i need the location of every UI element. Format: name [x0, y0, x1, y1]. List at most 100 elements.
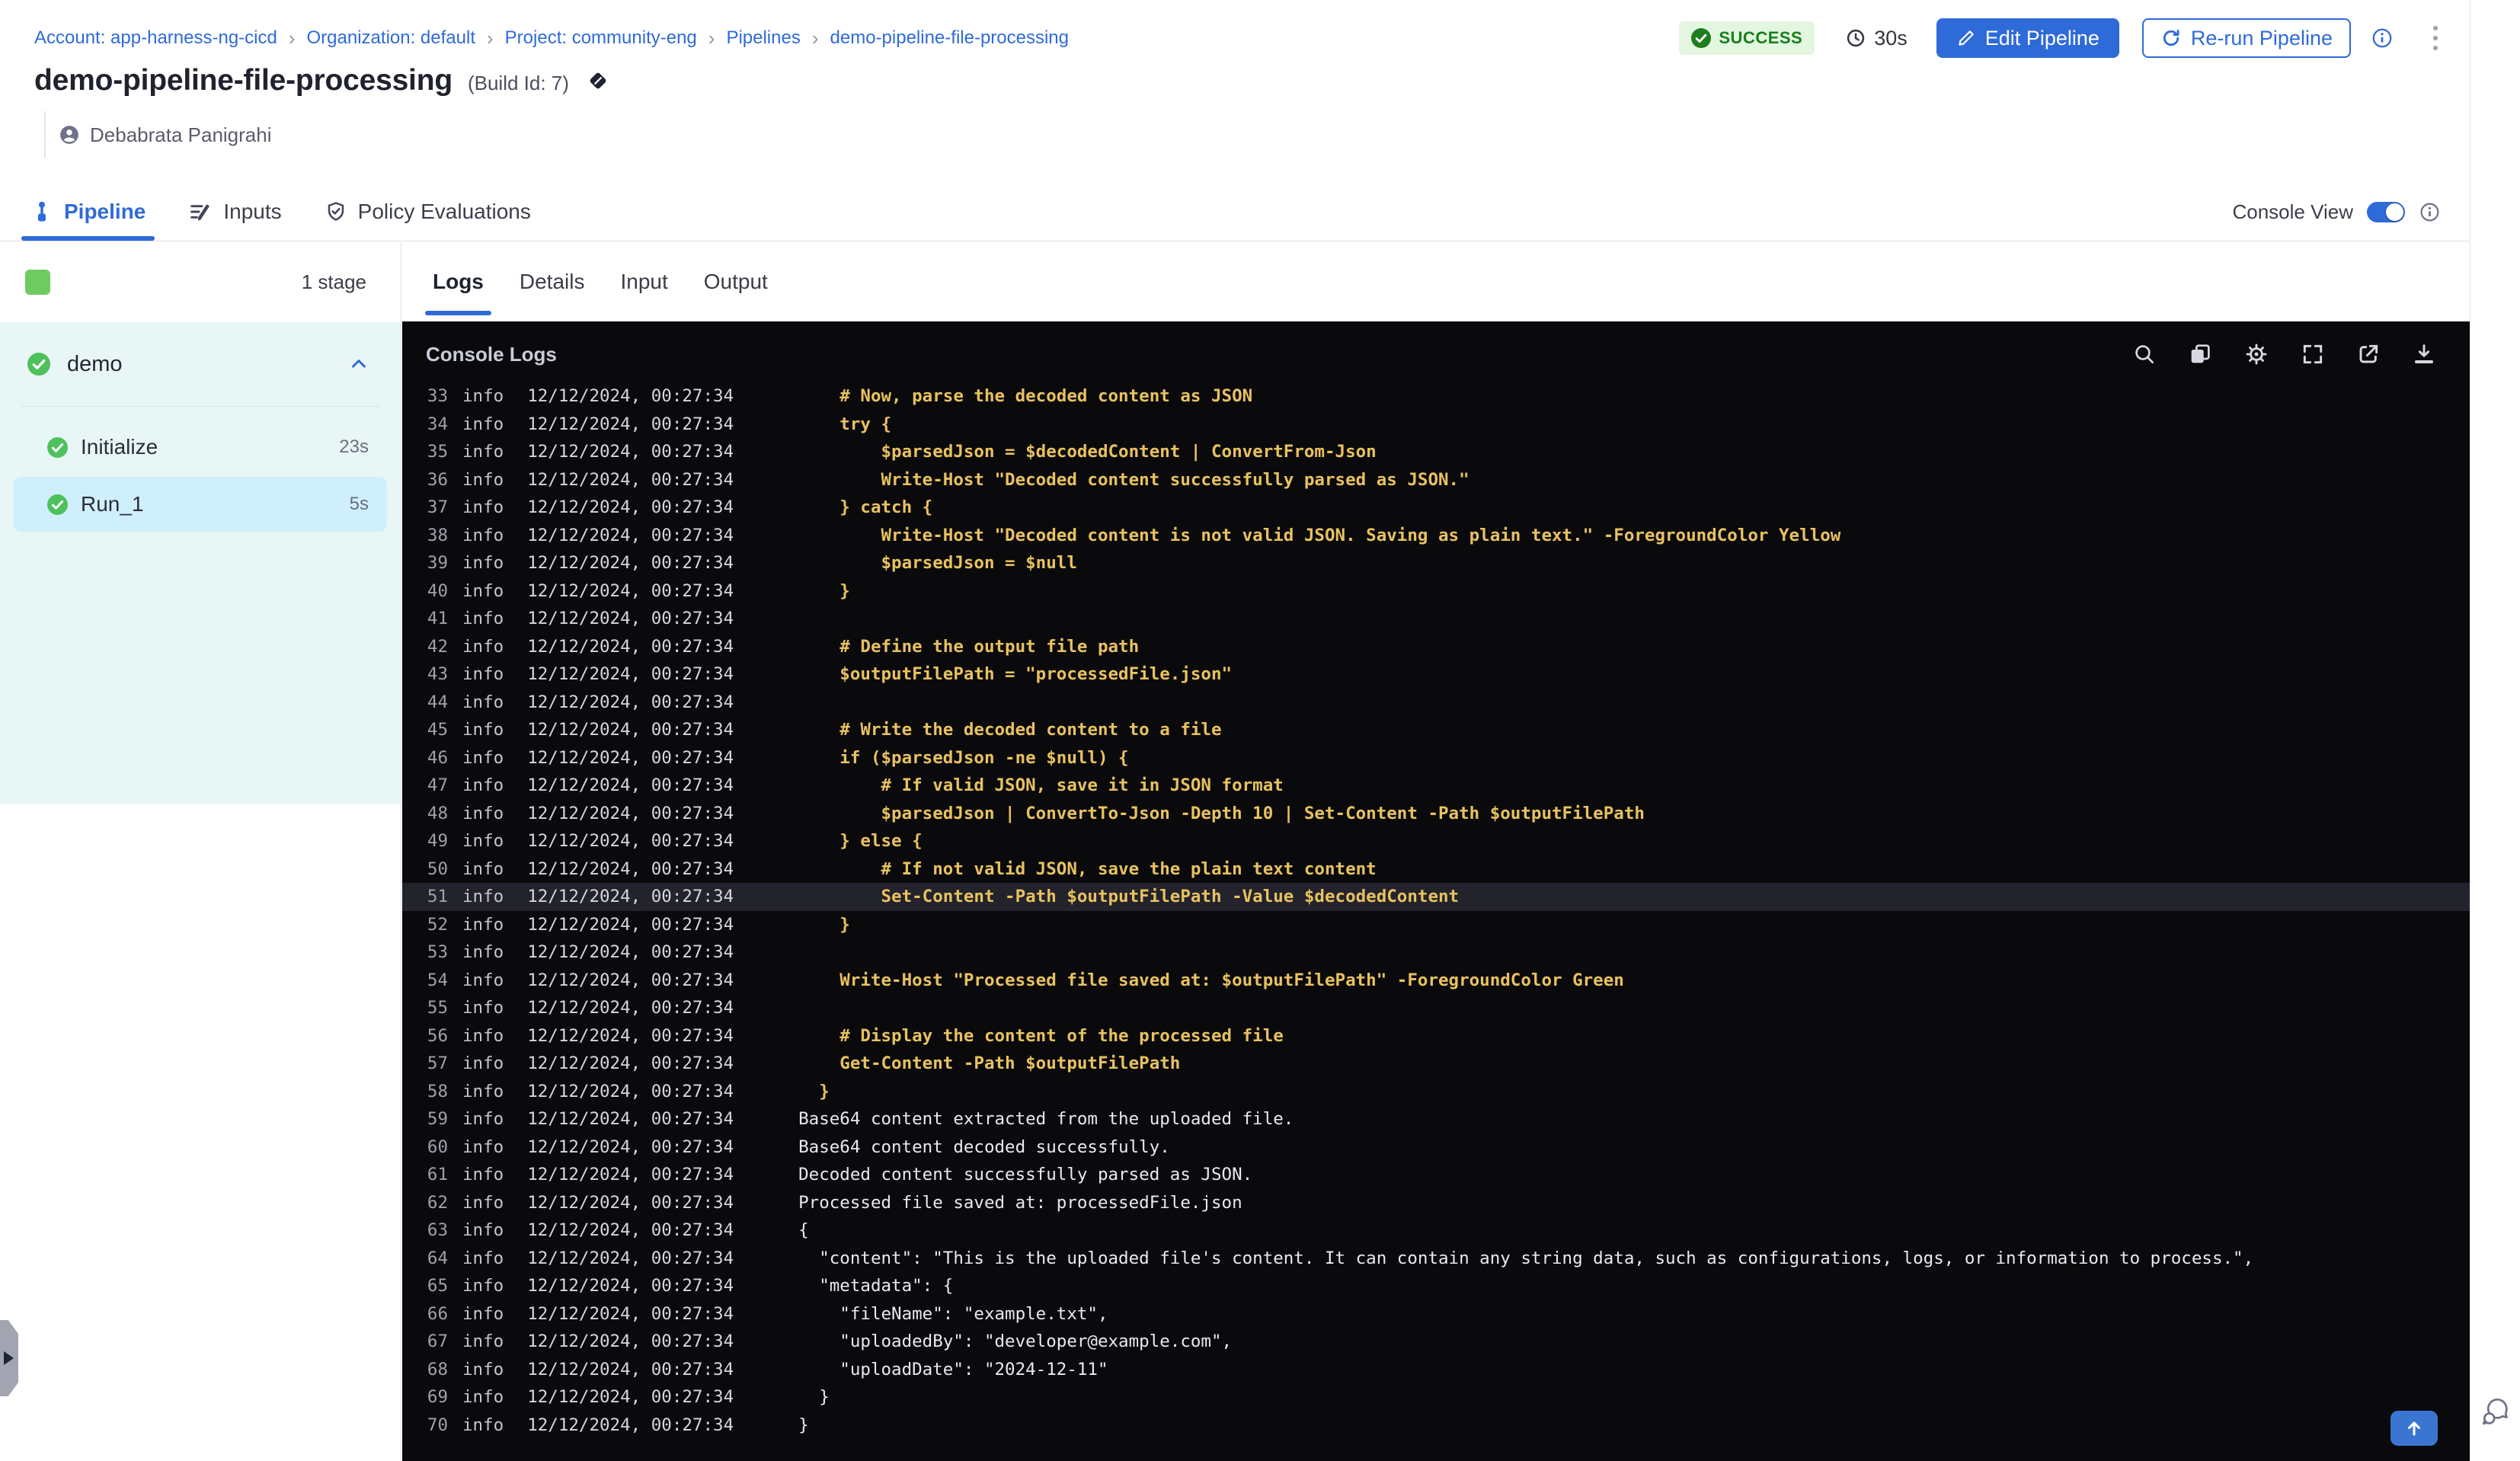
log-tab-logs[interactable]: Logs — [425, 242, 491, 321]
log-tab-output[interactable]: Output — [704, 242, 768, 321]
console-column: Logs Details Input Output Console Logs 3… — [402, 242, 2470, 1461]
log-scroll: 33 info 12/12/2024, 00:27:34 # Now, parse … — [402, 387, 2470, 1439]
console-view-label: Console View — [2232, 200, 2353, 223]
breadcrumb-link[interactable]: Pipelines — [726, 27, 800, 49]
log-timestamp: 12/12/2024, 00:27:34 — [527, 720, 734, 740]
log-line: 45 info 12/12/2024, 00:27:34 # Write the d… — [402, 716, 2470, 744]
log-line: 38 info 12/12/2024, 00:27:34 Write-Host "D… — [402, 522, 2470, 550]
expand-panel-handle[interactable] — [0, 1320, 18, 1396]
log-timestamp: 12/12/2024, 00:27:34 — [527, 1359, 734, 1379]
log-line: 58 info 12/12/2024, 00:27:34 } — [402, 1078, 2470, 1106]
console-view-info-icon[interactable] — [2419, 201, 2441, 223]
breadcrumb-separator: › — [811, 26, 819, 50]
log-line: 64 info 12/12/2024, 00:27:34 "content": "T… — [402, 1245, 2470, 1273]
log-line-number: 47 — [427, 775, 448, 796]
scroll-to-top-button[interactable] — [2390, 1411, 2438, 1446]
log-line-number: 41 — [427, 609, 448, 629]
log-line-number: 48 — [427, 803, 448, 823]
status-badge: SUCCESS — [1679, 21, 1815, 55]
log-timestamp: 12/12/2024, 00:27:34 — [527, 1220, 734, 1241]
log-tab-details[interactable]: Details — [520, 242, 585, 321]
log-line-number: 51 — [427, 887, 448, 907]
log-timestamp: 12/12/2024, 00:27:34 — [527, 580, 734, 601]
console-title: Console Logs — [426, 342, 557, 366]
log-timestamp: 12/12/2024, 00:27:34 — [527, 1081, 734, 1101]
log-message: Write-Host "Processed file saved at: $ou… — [798, 970, 1624, 990]
tab-inputs[interactable]: Inputs — [188, 183, 282, 241]
play-triangle-icon — [4, 1351, 14, 1365]
log-line: 61 info 12/12/2024, 00:27:34 Decoded conten… — [402, 1161, 2470, 1189]
pipeline-info-icon[interactable] — [2371, 27, 2394, 50]
log-timestamp: 12/12/2024, 00:27:34 — [527, 998, 734, 1018]
log-timestamp: 12/12/2024, 00:27:34 — [527, 1332, 734, 1352]
log-line: 35 info 12/12/2024, 00:27:34 $parsedJson =… — [402, 438, 2470, 466]
download-icon[interactable] — [2412, 342, 2436, 366]
policy-shield-icon — [325, 200, 347, 223]
breadcrumb-separator: › — [708, 26, 715, 50]
console-view-toggle[interactable] — [2367, 201, 2405, 222]
search-icon[interactable] — [2132, 342, 2157, 366]
log-timestamp: 12/12/2024, 00:27:34 — [527, 1248, 734, 1268]
log-body[interactable]: 33 info 12/12/2024, 00:27:34 # Now, parse … — [402, 387, 2470, 1461]
log-line-number: 33 — [427, 387, 448, 407]
log-timestamp: 12/12/2024, 00:27:34 — [527, 970, 734, 990]
log-level: info — [462, 942, 504, 963]
step-row-run_1[interactable]: Run_1 5s — [14, 477, 387, 532]
step-row-initialize[interactable]: Initialize 23s — [14, 424, 387, 471]
log-level: info — [462, 442, 504, 462]
log-timestamp: 12/12/2024, 00:27:34 — [527, 803, 734, 823]
log-level: info — [462, 525, 504, 545]
rerun-pipeline-button[interactable]: Re-run Pipeline — [2141, 18, 2351, 58]
settings-gear-icon[interactable] — [2243, 341, 2269, 367]
pipeline-icon — [30, 200, 53, 223]
edit-pipeline-button[interactable]: Edit Pipeline — [1936, 18, 2119, 58]
breadcrumb-link[interactable]: demo-pipeline-file-processing — [830, 27, 1070, 49]
log-timestamp: 12/12/2024, 00:27:34 — [527, 553, 734, 574]
breadcrumb-link[interactable]: Project: community-eng — [505, 27, 697, 49]
top-bar: Account: app-harness-ng-cicd › Organizatio… — [34, 17, 2441, 59]
stage-row-demo[interactable]: demo — [0, 322, 401, 406]
copy-icon[interactable] — [2188, 342, 2212, 366]
log-tab-input[interactable]: Input — [620, 242, 667, 321]
clock-icon — [1845, 27, 1866, 49]
log-timestamp: 12/12/2024, 00:27:34 — [527, 747, 734, 768]
log-line-number: 64 — [427, 1248, 448, 1268]
harness-diamond-icon[interactable] — [584, 67, 612, 94]
log-message: # Define the output file path — [798, 636, 1140, 657]
log-message: } else { — [798, 831, 923, 852]
more-options-menu[interactable] — [2430, 23, 2441, 53]
step-success-check-icon — [47, 436, 68, 458]
log-tabs: Logs Details Input Output — [402, 242, 2470, 321]
fullscreen-icon[interactable] — [2301, 342, 2325, 366]
log-line: 70 info 12/12/2024, 00:27:34} — [402, 1411, 2470, 1440]
log-line-number: 43 — [427, 664, 448, 685]
open-in-new-icon[interactable] — [2356, 342, 2381, 366]
tab-pipeline[interactable]: Pipeline — [21, 183, 155, 241]
stage-status-square-icon — [25, 270, 50, 295]
log-level: info — [462, 998, 504, 1018]
chevron-up-icon[interactable] — [347, 353, 370, 376]
tab-policy-evaluations[interactable]: Policy Evaluations — [325, 183, 531, 241]
log-line: 34 info 12/12/2024, 00:27:34 try { — [402, 411, 2470, 439]
log-timestamp: 12/12/2024, 00:27:34 — [527, 887, 734, 907]
log-message: # If not valid JSON, save the plain text… — [798, 858, 1377, 879]
log-timestamp: 12/12/2024, 00:27:34 — [527, 914, 734, 935]
log-line-number: 36 — [427, 469, 448, 490]
log-timestamp: 12/12/2024, 00:27:34 — [527, 1165, 734, 1185]
log-message: "uploadDate": "2024-12-11" — [798, 1359, 1108, 1379]
log-level: info — [462, 692, 504, 712]
log-line-number: 63 — [427, 1220, 448, 1241]
log-message: # If valid JSON, save it in JSON format — [798, 775, 1284, 796]
breadcrumb-separator: › — [288, 26, 296, 50]
log-line: 56 info 12/12/2024, 00:27:34 # Display the… — [402, 1022, 2470, 1050]
log-level: info — [462, 803, 504, 823]
log-level: info — [462, 1192, 504, 1213]
breadcrumb-link[interactable]: Organization: default — [307, 27, 475, 49]
log-line-number: 65 — [427, 1276, 448, 1296]
breadcrumb-link[interactable]: Account: app-harness-ng-cicd — [34, 27, 277, 49]
support-chat-icon[interactable] — [2480, 1395, 2512, 1427]
log-line-number: 50 — [427, 858, 448, 879]
log-line-number: 49 — [427, 831, 448, 852]
page-title: demo-pipeline-file-processing — [34, 64, 453, 97]
log-level: info — [462, 1025, 504, 1046]
